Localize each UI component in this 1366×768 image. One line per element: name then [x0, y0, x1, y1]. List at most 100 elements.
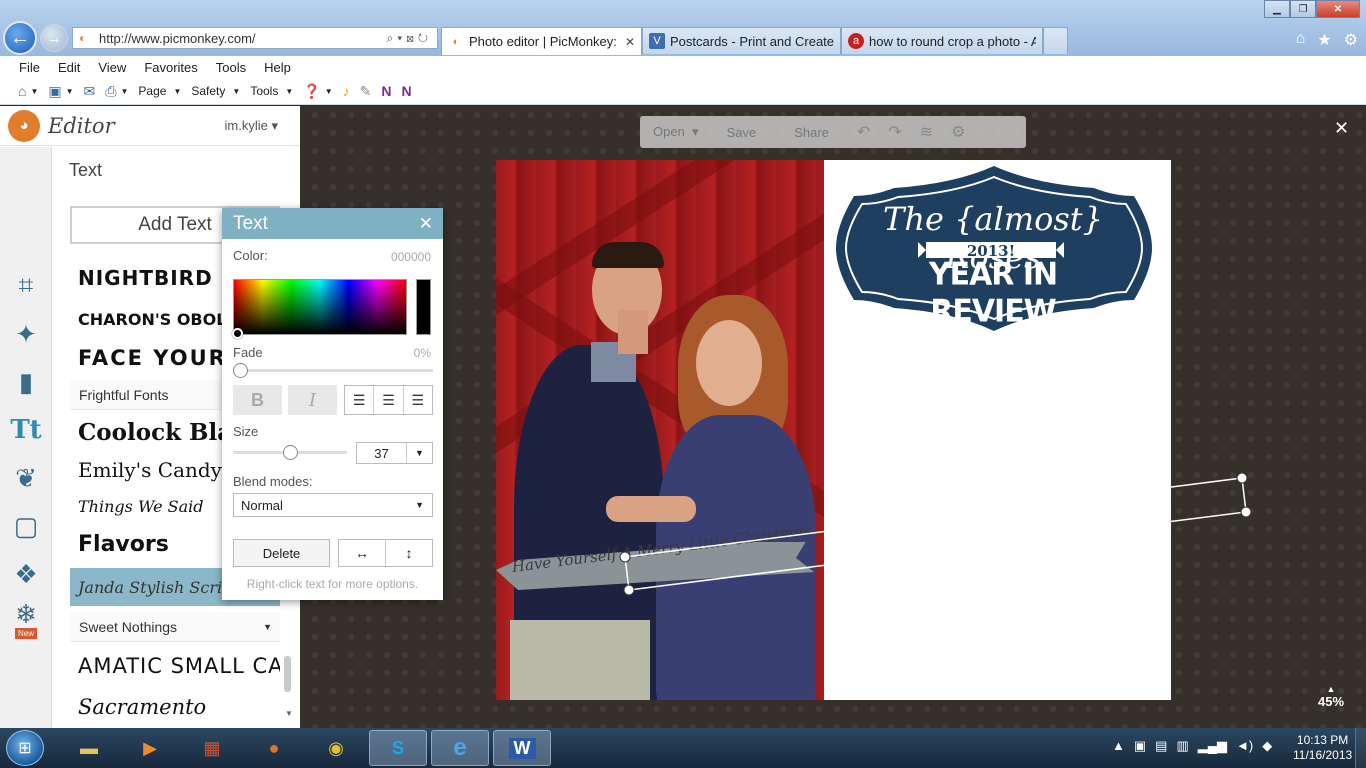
url-text[interactable]: http://www.picmonkey.com/ — [99, 31, 386, 46]
fade-slider-track[interactable] — [233, 369, 433, 372]
start-button[interactable]: ⊞ — [6, 730, 44, 766]
align-center-icon[interactable]: ☰ — [374, 386, 404, 414]
font-item[interactable]: Sacramento — [70, 688, 280, 726]
menu-tools[interactable]: Tools — [216, 60, 246, 75]
show-desktop-button[interactable] — [1355, 728, 1366, 768]
align-right-icon[interactable]: ☰ — [404, 386, 432, 414]
color-hex-value[interactable]: 000000 — [391, 250, 431, 264]
flip-horizontal-icon[interactable]: ↔ — [339, 540, 386, 566]
layers-icon[interactable]: ≋ — [920, 122, 933, 142]
tray-device-icon[interactable]: ▥ — [1176, 738, 1188, 754]
zoom-control[interactable]: ▲ 45% — [1318, 684, 1344, 709]
network-signal-icon[interactable]: ▂▄▆ — [1198, 738, 1227, 754]
open-menu[interactable]: Open ▾ — [653, 124, 699, 140]
themes-snowflake-icon[interactable]: ❄ New — [6, 599, 46, 639]
taskbar-media-player[interactable]: ▶ — [121, 730, 179, 766]
close-icon[interactable]: ✕ — [419, 214, 433, 234]
effects-wand-icon[interactable]: ✦ — [6, 314, 46, 354]
frames-icon[interactable]: ▢ — [6, 506, 46, 546]
feeds-button[interactable]: ▣ ▼ — [48, 83, 73, 100]
font-item[interactable]: AMATIC SMALL CAPS — [70, 646, 280, 686]
tools-menu[interactable]: Tools ▼ — [250, 84, 293, 98]
app-icon: ▦ — [203, 737, 221, 758]
text-tool-icon[interactable]: Tt — [6, 410, 46, 450]
menu-file[interactable]: File — [19, 60, 40, 75]
tab-postcards[interactable]: V Postcards - Print and Create C... — [642, 27, 841, 54]
addon-2-button[interactable]: ✎ — [360, 83, 372, 100]
menu-help[interactable]: Help — [264, 60, 291, 75]
delete-button[interactable]: Delete — [233, 539, 330, 567]
addon-1-button[interactable]: ♪ — [343, 83, 350, 99]
zoom-up-arrow-icon[interactable]: ▲ — [1318, 684, 1344, 694]
font-list-scrollbar[interactable] — [284, 656, 291, 692]
size-select[interactable]: 37 ▼ — [356, 442, 433, 464]
taskbar-app[interactable]: ▦ — [183, 730, 241, 766]
italic-button[interactable]: I — [288, 385, 337, 415]
taskbar-internet-explorer[interactable]: e — [431, 730, 489, 766]
color-spectrum-picker[interactable] — [233, 279, 407, 335]
taskbar-word[interactable]: W — [493, 730, 551, 766]
text-selection-box[interactable] — [600, 466, 1260, 606]
bold-button[interactable]: B — [233, 385, 282, 415]
new-tab-button[interactable] — [1043, 27, 1068, 54]
favorites-star-icon[interactable]: ★ — [1317, 30, 1331, 50]
save-button[interactable]: Save — [727, 125, 757, 140]
font-category-sweet-nothings[interactable]: Sweet Nothings ▼ — [70, 612, 280, 642]
home-button[interactable]: ⌂ ▼ — [18, 83, 38, 99]
flip-vertical-icon[interactable]: ↕ — [386, 540, 432, 566]
home-icon[interactable]: ⌂ — [1296, 30, 1306, 50]
onenote-button-2[interactable]: N — [401, 83, 411, 99]
menu-view[interactable]: View — [98, 60, 126, 75]
dropbox-icon[interactable]: ◆ — [1262, 738, 1272, 754]
tab-round-crop[interactable]: a how to round crop a photo - A... — [841, 27, 1043, 54]
clock[interactable]: 10:13 PM 11/16/2013 — [1293, 733, 1352, 763]
menu-edit[interactable]: Edit — [58, 60, 80, 75]
close-tab-icon[interactable]: ✕ — [625, 35, 635, 49]
address-tools-icon[interactable]: ⌕▾⊠↻ — [386, 31, 437, 46]
fade-slider-knob[interactable] — [233, 363, 248, 378]
color-picker-knob[interactable] — [232, 328, 243, 339]
align-left-icon[interactable]: ☰ — [345, 386, 375, 414]
page-menu[interactable]: Page ▼ — [138, 84, 181, 98]
safety-menu[interactable]: Safety ▼ — [191, 84, 240, 98]
taskbar-chrome[interactable]: ◉ — [307, 730, 365, 766]
address-bar[interactable]: ◐ http://www.picmonkey.com/ ⌕▾⊠↻ — [72, 27, 438, 49]
mail-button[interactable]: ✉ — [84, 83, 96, 100]
close-editor-icon[interactable]: ✕ — [1334, 118, 1349, 139]
print-button[interactable]: ⎙ ▼ — [105, 83, 128, 100]
card-subtitle[interactable]: YEAR IN REVIEW — [868, 256, 1118, 330]
postcard-canvas[interactable]: Have Yourself A Merry Little Christmas T… — [496, 160, 1171, 700]
tab-picmonkey[interactable]: ◐ Photo editor | PicMonkey: F... ✕ — [441, 27, 642, 55]
settings-gear-icon[interactable]: ⚙ — [951, 122, 965, 142]
forward-button[interactable]: → — [40, 24, 68, 52]
back-button[interactable]: ← — [3, 21, 37, 55]
size-slider-knob[interactable] — [283, 445, 298, 460]
tray-monitor-icon[interactable]: ▤ — [1155, 738, 1167, 754]
taskbar-firefox[interactable]: ● — [245, 730, 303, 766]
show-hidden-icons-icon[interactable]: ▲ — [1112, 738, 1125, 754]
help-button[interactable]: ❓ ▼ — [303, 83, 332, 100]
touch-up-brush-icon[interactable]: ▮ — [6, 362, 46, 402]
share-button[interactable]: Share — [794, 125, 829, 140]
menu-favorites[interactable]: Favorites — [144, 60, 197, 75]
undo-icon[interactable]: ↶ — [857, 122, 870, 142]
tray-app-icon[interactable]: ▣ — [1134, 738, 1146, 754]
volume-icon[interactable]: ◄) — [1236, 738, 1253, 754]
overlays-butterfly-icon[interactable]: ❦ — [6, 458, 46, 498]
crop-tool-icon[interactable]: ⌗ — [6, 266, 46, 306]
redo-icon[interactable]: ↷ — [888, 122, 901, 142]
settings-gear-icon[interactable]: ⚙ — [1344, 30, 1358, 50]
textures-icon[interactable]: ❖ — [6, 554, 46, 594]
color-swatch[interactable] — [416, 279, 431, 335]
onenote-button-1[interactable]: N — [381, 83, 391, 99]
window-close-button[interactable]: ✕ — [1316, 0, 1360, 18]
user-menu[interactable]: im.kylie ▾ — [225, 118, 278, 134]
taskbar-skype[interactable]: S — [369, 730, 427, 766]
taskbar-explorer[interactable]: ▬ — [60, 730, 118, 766]
maximize-button[interactable]: ❐ — [1290, 0, 1316, 18]
picmonkey-logo-icon[interactable]: ◕ — [8, 109, 40, 142]
scroll-down-arrow-icon[interactable]: ▼ — [285, 709, 293, 718]
blend-mode-select[interactable]: Normal ▼ — [233, 493, 433, 517]
minimize-button[interactable]: ▁ — [1264, 0, 1290, 18]
editor-title: Editor — [48, 113, 115, 138]
